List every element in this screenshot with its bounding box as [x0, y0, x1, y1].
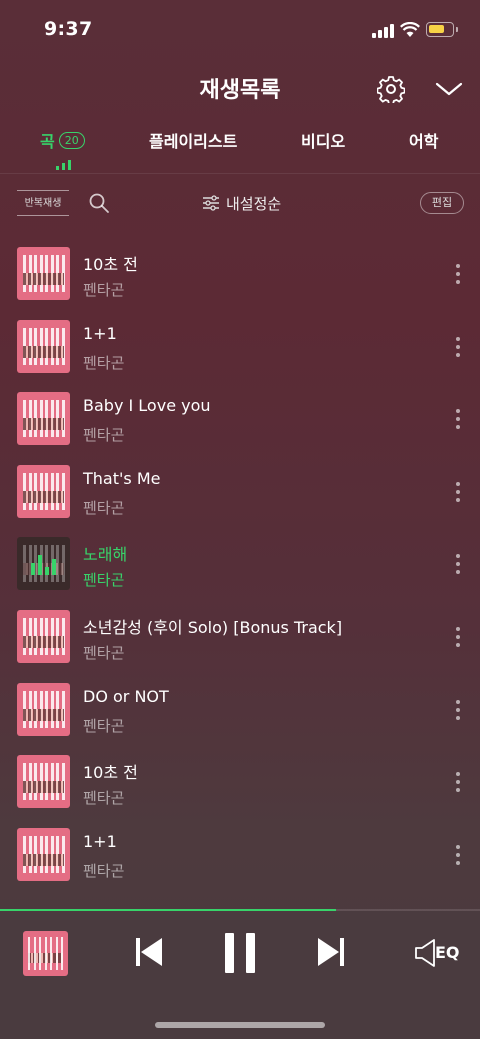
more-options-icon[interactable]	[452, 336, 464, 357]
song-row[interactable]: That's Me 펜타곤	[0, 452, 480, 525]
album-art	[17, 755, 70, 809]
battery-icon	[426, 22, 454, 37]
eq-label: EQ	[435, 943, 460, 962]
song-title: 노래해	[83, 545, 128, 565]
album-art	[17, 247, 70, 300]
wifi-icon	[400, 22, 420, 37]
more-options-icon[interactable]	[452, 844, 464, 865]
song-row[interactable]: DO or NOT 펜타곤	[0, 670, 480, 743]
now-playing-album-art[interactable]	[23, 931, 68, 976]
song-row[interactable]: 1+1 펜타곤	[0, 815, 480, 888]
song-title: That's Me	[83, 468, 161, 488]
chevron-down-icon[interactable]	[435, 80, 463, 98]
song-title: 소년감성 (후이 Solo) [Bonus Track]	[83, 618, 343, 637]
signal-icon	[372, 24, 394, 38]
song-artist: 펜타곤	[83, 498, 125, 517]
tab-video[interactable]: 비디오	[301, 128, 345, 152]
repeat-button[interactable]: 반복재생	[17, 190, 69, 216]
status-time: 9:37	[44, 18, 93, 40]
song-row[interactable]: 소년감성 (후이 Solo) [Bonus Track] 펜타곤	[0, 597, 480, 670]
song-artist: 펜타곤	[83, 571, 125, 590]
home-indicator[interactable]	[155, 1022, 325, 1028]
song-row[interactable]: 1+1 펜타곤	[0, 307, 480, 380]
album-art	[17, 319, 70, 373]
song-artist: 펜타곤	[83, 861, 125, 880]
song-title: 10초 전	[83, 255, 138, 274]
more-options-icon[interactable]	[452, 409, 464, 430]
album-art	[17, 610, 70, 663]
album-art	[17, 827, 70, 881]
song-title: 10초 전	[83, 763, 138, 783]
sort-button[interactable]: 내설정순	[202, 192, 281, 214]
more-options-icon[interactable]	[452, 264, 464, 284]
song-row[interactable]: 10초 전펜타곤	[0, 742, 480, 815]
edit-button[interactable]: 편집	[420, 192, 464, 214]
song-title: DO or NOT	[83, 686, 169, 706]
previous-track-icon[interactable]	[134, 936, 164, 968]
pause-icon[interactable]	[222, 932, 258, 974]
now-playing-eq-icon	[31, 553, 57, 576]
eq-button[interactable]: EQ	[414, 938, 460, 968]
page-title: 재생목록	[199, 78, 281, 103]
song-artist: 펜타곤	[83, 281, 125, 299]
song-title: 1+1	[83, 831, 117, 851]
song-artist: 펜타곤	[83, 353, 125, 372]
more-options-icon[interactable]	[452, 699, 464, 720]
tab-bar: 곡 20 플레이리스트 비디오 어학	[0, 128, 480, 174]
tab-songs-label: 곡	[40, 132, 55, 151]
song-title: 1+1	[83, 323, 117, 343]
mini-player: EQ	[0, 911, 480, 1039]
song-artist: 펜타곤	[83, 644, 125, 662]
more-options-icon[interactable]	[452, 554, 464, 575]
song-artist: 펜타곤	[83, 716, 125, 735]
song-row[interactable]: Baby I Love you 펜타곤	[0, 379, 480, 452]
song-artist: 펜타곤	[83, 789, 125, 808]
album-art	[17, 392, 70, 446]
next-track-icon[interactable]	[316, 936, 346, 968]
album-art	[17, 537, 70, 591]
speaker-icon	[415, 939, 435, 967]
tab-songs[interactable]: 곡 20	[40, 128, 85, 152]
song-row[interactable]: 10초 전펜타곤	[0, 234, 480, 307]
sort-label: 내설정순	[226, 194, 282, 213]
album-art	[17, 682, 70, 736]
song-title: Baby I Love you	[83, 396, 211, 416]
song-row[interactable]: 노래해펜타곤	[0, 524, 480, 597]
search-icon[interactable]	[88, 192, 110, 214]
active-tab-indicator-icon	[56, 160, 72, 170]
more-options-icon[interactable]	[452, 627, 464, 647]
tab-language[interactable]: 어학	[409, 128, 438, 152]
album-art	[17, 464, 70, 518]
tab-playlist[interactable]: 플레이리스트	[149, 128, 237, 152]
song-artist: 펜타곤	[83, 426, 125, 445]
gear-icon[interactable]	[377, 75, 405, 103]
sort-icon	[203, 195, 219, 211]
song-list: 10초 전 펜타곤 1+1 펜타곤 Baby I Love you 펜타곤 That's M…	[0, 234, 480, 908]
more-options-icon[interactable]	[452, 481, 464, 502]
song-count-badge: 20	[58, 131, 85, 149]
status-bar: 9:37	[0, 0, 480, 60]
more-options-icon[interactable]	[452, 772, 464, 793]
